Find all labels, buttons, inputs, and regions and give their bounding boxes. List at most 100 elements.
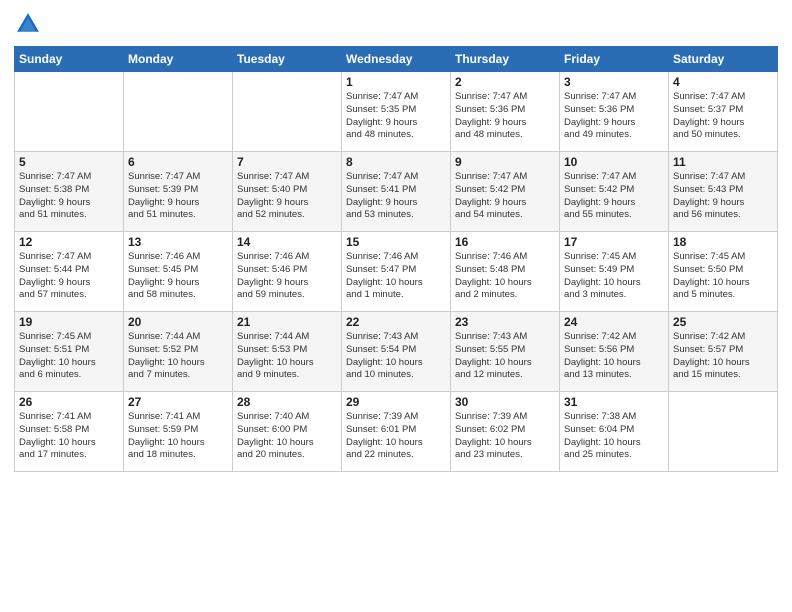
calendar-cell: 8Sunrise: 7:47 AM Sunset: 5:41 PM Daylig… xyxy=(342,152,451,232)
page: SundayMondayTuesdayWednesdayThursdayFrid… xyxy=(0,0,792,612)
day-info: Sunrise: 7:47 AM Sunset: 5:38 PM Dayligh… xyxy=(19,171,119,222)
day-number: 13 xyxy=(128,235,228,249)
day-info: Sunrise: 7:47 AM Sunset: 5:35 PM Dayligh… xyxy=(346,91,446,142)
calendar-cell: 24 Sunrise: 7:42 AM Sunset: 5:56 PM Dayli… xyxy=(560,312,669,392)
day-info: Sunrise: 7:39 AM Sunset: 6:01 PM Dayligh… xyxy=(346,411,446,462)
day-number: 11 xyxy=(673,155,773,169)
day-info: Sunrise: 7:47 AM Sunset: 5:42 PM Dayligh… xyxy=(455,171,555,222)
calendar-cell: 6 Sunrise: 7:47 AM Sunset: 5:39 PM Daylig… xyxy=(124,152,233,232)
calendar-cell: 30 Sunrise: 7:39 AM Sunset: 6:02 PM Dayli… xyxy=(451,392,560,472)
day-number: 19 xyxy=(19,315,119,329)
calendar-cell: 9 Sunrise: 7:47 AM Sunset: 5:42 PM Daylig… xyxy=(451,152,560,232)
day-number: 4 xyxy=(673,75,773,89)
day-number: 16 xyxy=(455,235,555,249)
day-number: 1 xyxy=(346,75,446,89)
day-info: Sunrise: 7:46 AM Sunset: 5:48 PM Dayligh… xyxy=(455,251,555,302)
day-info: Sunrise: 7:43 AM Sunset: 5:54 PM Dayligh… xyxy=(346,331,446,382)
day-info: Sunrise: 7:44 AM Sunset: 5:52 PM Dayligh… xyxy=(128,331,228,382)
day-number: 28 xyxy=(237,395,337,409)
day-info: Sunrise: 7:42 AM Sunset: 5:57 PM Dayligh… xyxy=(673,331,773,382)
day-info: Sunrise: 7:42 AM Sunset: 5:56 PM Dayligh… xyxy=(564,331,664,382)
calendar-day-header: Friday xyxy=(560,47,669,72)
day-info: Sunrise: 7:47 AM Sunset: 5:42 PM Dayligh… xyxy=(564,171,664,222)
calendar-week-row: 1 Sunrise: 7:47 AM Sunset: 5:35 PM Daylig… xyxy=(15,72,778,152)
calendar-cell: 23 Sunrise: 7:43 AM Sunset: 5:55 PM Dayli… xyxy=(451,312,560,392)
calendar-cell: 20 Sunrise: 7:44 AM Sunset: 5:52 PM Dayli… xyxy=(124,312,233,392)
day-number: 8 xyxy=(346,155,446,169)
calendar-cell: 4 Sunrise: 7:47 AM Sunset: 5:37 PM Daylig… xyxy=(669,72,778,152)
day-number: 5 xyxy=(19,155,119,169)
day-number: 20 xyxy=(128,315,228,329)
day-number: 9 xyxy=(455,155,555,169)
calendar-cell xyxy=(669,392,778,472)
day-info: Sunrise: 7:40 AM Sunset: 6:00 PM Dayligh… xyxy=(237,411,337,462)
day-info: Sunrise: 7:47 AM Sunset: 5:43 PM Dayligh… xyxy=(673,171,773,222)
day-info: Sunrise: 7:46 AM Sunset: 5:46 PM Dayligh… xyxy=(237,251,337,302)
day-info: Sunrise: 7:47 AM Sunset: 5:37 PM Dayligh… xyxy=(673,91,773,142)
calendar-week-row: 19 Sunrise: 7:45 AM Sunset: 5:51 PM Dayli… xyxy=(15,312,778,392)
day-info: Sunrise: 7:47 AM Sunset: 5:44 PM Dayligh… xyxy=(19,251,119,302)
day-info: Sunrise: 7:39 AM Sunset: 6:02 PM Dayligh… xyxy=(455,411,555,462)
calendar-header-row: SundayMondayTuesdayWednesdayThursdayFrid… xyxy=(15,47,778,72)
calendar-cell xyxy=(15,72,124,152)
logo-icon xyxy=(14,10,42,38)
calendar-cell: 5 Sunrise: 7:47 AM Sunset: 5:38 PM Daylig… xyxy=(15,152,124,232)
calendar-table: SundayMondayTuesdayWednesdayThursdayFrid… xyxy=(14,46,778,472)
calendar-cell: 7 Sunrise: 7:47 AM Sunset: 5:40 PM Daylig… xyxy=(233,152,342,232)
calendar-week-row: 26 Sunrise: 7:41 AM Sunset: 5:58 PM Dayli… xyxy=(15,392,778,472)
day-info: Sunrise: 7:41 AM Sunset: 5:59 PM Dayligh… xyxy=(128,411,228,462)
calendar-cell: 13 Sunrise: 7:46 AM Sunset: 5:45 PM Dayli… xyxy=(124,232,233,312)
day-number: 6 xyxy=(128,155,228,169)
header xyxy=(14,10,778,38)
day-info: Sunrise: 7:46 AM Sunset: 5:45 PM Dayligh… xyxy=(128,251,228,302)
calendar-cell: 29 Sunrise: 7:39 AM Sunset: 6:01 PM Dayli… xyxy=(342,392,451,472)
day-number: 24 xyxy=(564,315,664,329)
day-number: 7 xyxy=(237,155,337,169)
calendar-cell: 16 Sunrise: 7:46 AM Sunset: 5:48 PM Dayli… xyxy=(451,232,560,312)
calendar-cell: 18Sunrise: 7:45 AM Sunset: 5:50 PM Dayli… xyxy=(669,232,778,312)
calendar-day-header: Thursday xyxy=(451,47,560,72)
calendar-cell: 25 Sunrise: 7:42 AM Sunset: 5:57 PM Dayli… xyxy=(669,312,778,392)
calendar-day-header: Monday xyxy=(124,47,233,72)
calendar-cell: 31 Sunrise: 7:38 AM Sunset: 6:04 PM Dayli… xyxy=(560,392,669,472)
day-number: 31 xyxy=(564,395,664,409)
day-number: 30 xyxy=(455,395,555,409)
day-number: 17 xyxy=(564,235,664,249)
day-number: 15 xyxy=(346,235,446,249)
day-number: 23 xyxy=(455,315,555,329)
day-number: 2 xyxy=(455,75,555,89)
day-info: Sunrise: 7:44 AM Sunset: 5:53 PM Dayligh… xyxy=(237,331,337,382)
calendar-cell: 17 Sunrise: 7:45 AM Sunset: 5:49 PM Dayli… xyxy=(560,232,669,312)
calendar-day-header: Tuesday xyxy=(233,47,342,72)
calendar-cell: 1 Sunrise: 7:47 AM Sunset: 5:35 PM Daylig… xyxy=(342,72,451,152)
day-number: 29 xyxy=(346,395,446,409)
calendar-cell: 26 Sunrise: 7:41 AM Sunset: 5:58 PM Dayli… xyxy=(15,392,124,472)
calendar-day-header: Wednesday xyxy=(342,47,451,72)
day-number: 12 xyxy=(19,235,119,249)
logo xyxy=(14,10,46,38)
day-number: 26 xyxy=(19,395,119,409)
calendar-cell: 3 Sunrise: 7:47 AM Sunset: 5:36 PM Daylig… xyxy=(560,72,669,152)
day-number: 10 xyxy=(564,155,664,169)
day-info: Sunrise: 7:46 AM Sunset: 5:47 PM Dayligh… xyxy=(346,251,446,302)
day-info: Sunrise: 7:38 AM Sunset: 6:04 PM Dayligh… xyxy=(564,411,664,462)
calendar-cell xyxy=(124,72,233,152)
day-number: 25 xyxy=(673,315,773,329)
day-number: 21 xyxy=(237,315,337,329)
calendar-cell: 22Sunrise: 7:43 AM Sunset: 5:54 PM Dayli… xyxy=(342,312,451,392)
day-number: 18 xyxy=(673,235,773,249)
day-info: Sunrise: 7:47 AM Sunset: 5:40 PM Dayligh… xyxy=(237,171,337,222)
day-info: Sunrise: 7:45 AM Sunset: 5:49 PM Dayligh… xyxy=(564,251,664,302)
day-number: 14 xyxy=(237,235,337,249)
day-info: Sunrise: 7:41 AM Sunset: 5:58 PM Dayligh… xyxy=(19,411,119,462)
calendar-cell: 28 Sunrise: 7:40 AM Sunset: 6:00 PM Dayli… xyxy=(233,392,342,472)
day-info: Sunrise: 7:45 AM Sunset: 5:51 PM Dayligh… xyxy=(19,331,119,382)
day-number: 3 xyxy=(564,75,664,89)
day-info: Sunrise: 7:43 AM Sunset: 5:55 PM Dayligh… xyxy=(455,331,555,382)
calendar-cell: 19 Sunrise: 7:45 AM Sunset: 5:51 PM Dayli… xyxy=(15,312,124,392)
day-number: 27 xyxy=(128,395,228,409)
day-info: Sunrise: 7:47 AM Sunset: 5:39 PM Dayligh… xyxy=(128,171,228,222)
calendar-cell: 21 Sunrise: 7:44 AM Sunset: 5:53 PM Dayli… xyxy=(233,312,342,392)
calendar-cell: 12 Sunrise: 7:47 AM Sunset: 5:44 PM Dayli… xyxy=(15,232,124,312)
day-info: Sunrise: 7:47 AM Sunset: 5:36 PM Dayligh… xyxy=(564,91,664,142)
